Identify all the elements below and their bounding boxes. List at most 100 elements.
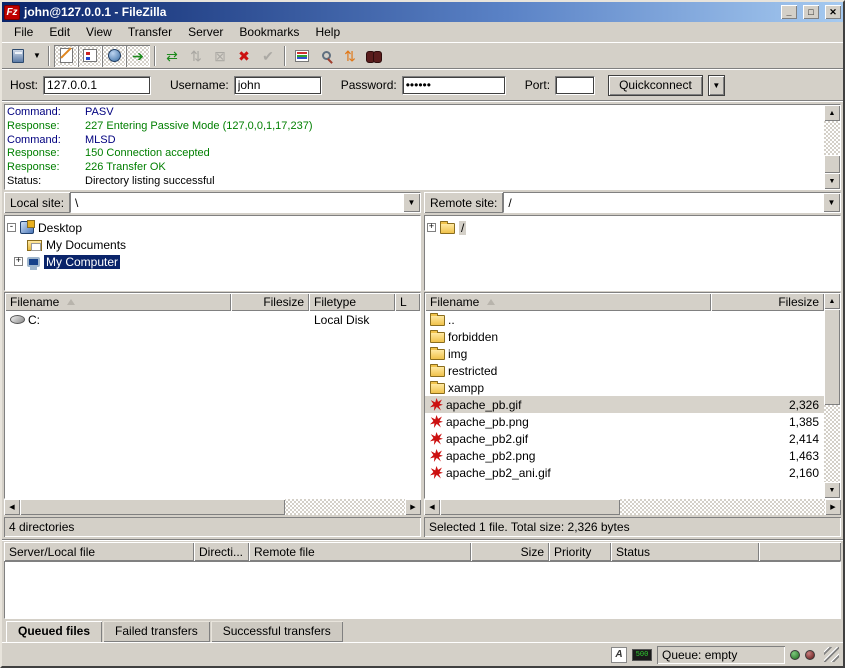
- column-filename[interactable]: Filename: [5, 293, 231, 311]
- menu-server[interactable]: Server: [180, 23, 231, 41]
- column-filesize[interactable]: Filesize: [711, 293, 824, 311]
- find-files-button[interactable]: [362, 45, 386, 67]
- my-computer-icon: [27, 257, 40, 267]
- disconnect-button[interactable]: ✖: [232, 45, 256, 67]
- scrollbar-thumb[interactable]: [440, 499, 620, 515]
- refresh-button[interactable]: ⇄: [160, 45, 184, 67]
- scrollbar-thumb[interactable]: [824, 309, 840, 405]
- log-vertical-scrollbar[interactable]: ▲ ▼: [824, 105, 840, 189]
- image-file-icon: [430, 449, 443, 462]
- remote-file-row[interactable]: restricted: [425, 362, 824, 379]
- column-filetype[interactable]: Filetype: [309, 293, 395, 311]
- remote-file-row[interactable]: img: [425, 345, 824, 362]
- column-priority[interactable]: Priority: [549, 542, 611, 561]
- collapse-icon[interactable]: -: [7, 223, 16, 232]
- tab-successful-transfers[interactable]: Successful transfers: [211, 621, 343, 642]
- port-label: Port:: [525, 78, 550, 92]
- window-title: john@127.0.0.1 - FileZilla: [24, 5, 775, 19]
- menu-help[interactable]: Help: [307, 23, 348, 41]
- toggle-transfer-queue-button[interactable]: ➔: [126, 45, 150, 67]
- port-input[interactable]: [555, 76, 595, 95]
- remote-file-row[interactable]: apache_pb.png 1,385: [425, 413, 824, 430]
- username-input[interactable]: [234, 76, 322, 95]
- quickconnect-dropdown-button[interactable]: ▼: [708, 75, 725, 96]
- column-status[interactable]: Status: [611, 542, 759, 561]
- remote-file-row[interactable]: forbidden: [425, 328, 824, 345]
- scroll-right-icon[interactable]: ▶: [825, 499, 841, 515]
- remote-file-row[interactable]: xampp: [425, 379, 824, 396]
- column-last-modified[interactable]: L: [395, 293, 420, 311]
- divider: [2, 100, 843, 102]
- menu-view[interactable]: View: [78, 23, 120, 41]
- remote-site-label: Remote site:: [424, 192, 503, 213]
- remote-vertical-scrollbar[interactable]: ▲ ▼: [824, 293, 840, 498]
- remote-file-row[interactable]: apache_pb2_ani.gif 2,160: [425, 464, 824, 481]
- toggle-message-log-button[interactable]: [54, 45, 78, 67]
- toggle-local-tree-button[interactable]: [78, 45, 102, 67]
- remote-file-row[interactable]: ..: [425, 311, 824, 328]
- quickconnect-button[interactable]: Quickconnect: [608, 75, 703, 96]
- menu-edit[interactable]: Edit: [41, 23, 78, 41]
- host-input[interactable]: [43, 76, 151, 95]
- scroll-down-icon[interactable]: ▼: [824, 173, 840, 189]
- scroll-right-icon[interactable]: ▶: [405, 499, 421, 515]
- tab-failed-transfers[interactable]: Failed transfers: [103, 621, 210, 642]
- site-manager-dropdown-button[interactable]: ▼: [30, 45, 44, 67]
- remote-file-row[interactable]: apache_pb2.gif 2,414: [425, 430, 824, 447]
- directory-comparison-button[interactable]: [314, 45, 338, 67]
- tree-item-root[interactable]: + /: [427, 219, 838, 236]
- resize-grip[interactable]: [824, 647, 839, 662]
- close-button[interactable]: ✕: [825, 5, 841, 19]
- folder-icon: [430, 315, 445, 326]
- queue-list[interactable]: [4, 561, 841, 619]
- toolbar-separator: [48, 46, 50, 66]
- site-manager-icon: [12, 49, 24, 63]
- tree-item-my-documents[interactable]: My Documents: [7, 236, 418, 253]
- synchronized-browsing-button[interactable]: ⇅: [338, 45, 362, 67]
- cancel-operation-button[interactable]: ⊠: [208, 45, 232, 67]
- scroll-left-icon[interactable]: ◀: [424, 499, 440, 515]
- scroll-down-icon[interactable]: ▼: [824, 482, 840, 498]
- local-horizontal-scrollbar[interactable]: ◀ ▶: [4, 499, 421, 515]
- column-filesize[interactable]: Filesize: [231, 293, 309, 311]
- tab-queued-files[interactable]: Queued files: [6, 621, 102, 642]
- scroll-left-icon[interactable]: ◀: [4, 499, 20, 515]
- column-server-local-file[interactable]: Server/Local file: [4, 542, 194, 561]
- status-bar: A 500 Queue: empty: [2, 642, 843, 666]
- password-input[interactable]: [402, 76, 506, 95]
- remote-directory-tree: + /: [424, 215, 841, 291]
- tree-item-desktop[interactable]: - Desktop: [7, 219, 418, 236]
- column-direction[interactable]: Directi...: [194, 542, 249, 561]
- remote-file-row[interactable]: apache_pb2.png 1,463: [425, 447, 824, 464]
- remote-file-row-selected[interactable]: apache_pb.gif 2,326: [425, 396, 824, 413]
- divider: [2, 539, 843, 541]
- menu-transfer[interactable]: Transfer: [120, 23, 180, 41]
- menu-bookmarks[interactable]: Bookmarks: [231, 23, 307, 41]
- maximize-button[interactable]: □: [803, 5, 819, 19]
- local-site-combobox[interactable]: \ ▼: [70, 192, 421, 213]
- reconnect-button[interactable]: ✔: [256, 45, 280, 67]
- tree-item-my-computer[interactable]: + My Computer: [7, 253, 418, 270]
- column-remote-file[interactable]: Remote file: [249, 542, 471, 561]
- scroll-up-icon[interactable]: ▲: [824, 293, 840, 309]
- filter-button[interactable]: [290, 45, 314, 67]
- site-manager-button[interactable]: [6, 45, 30, 67]
- scrollbar-thumb[interactable]: [20, 499, 285, 515]
- minimize-button[interactable]: _: [781, 5, 797, 19]
- remote-horizontal-scrollbar[interactable]: ◀ ▶: [424, 499, 841, 515]
- menu-file[interactable]: File: [6, 23, 41, 41]
- expand-icon[interactable]: +: [427, 223, 436, 232]
- scroll-up-icon[interactable]: ▲: [824, 105, 840, 121]
- expand-icon[interactable]: +: [14, 257, 23, 266]
- local-pane: Local site: \ ▼ - Desktop My Documents: [4, 192, 421, 537]
- file-name: forbidden: [448, 330, 498, 344]
- local-file-row-c-drive[interactable]: C: Local Disk: [5, 311, 420, 328]
- scrollbar-thumb[interactable]: [824, 155, 840, 173]
- chevron-down-icon[interactable]: ▼: [403, 193, 420, 212]
- toggle-remote-tree-button[interactable]: [102, 45, 126, 67]
- column-size[interactable]: Size: [471, 542, 549, 561]
- column-filename[interactable]: Filename: [425, 293, 711, 311]
- remote-site-combobox[interactable]: / ▼: [503, 192, 841, 213]
- process-queue-button[interactable]: ⇅: [184, 45, 208, 67]
- chevron-down-icon[interactable]: ▼: [823, 193, 840, 212]
